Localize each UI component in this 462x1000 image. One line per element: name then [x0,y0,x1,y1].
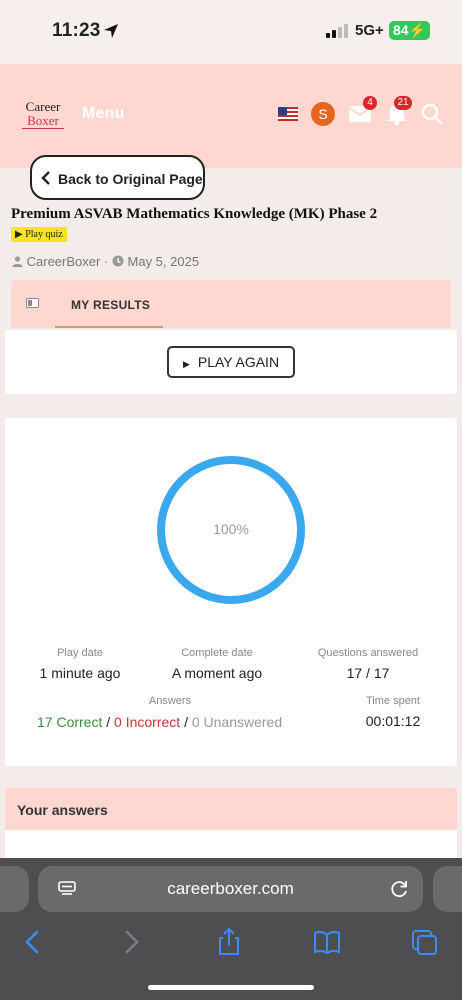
browser-toolbar: careerboxer.com [0,858,462,1000]
your-answers-title: Your answers [17,802,108,818]
bookmarks-icon[interactable] [312,928,342,956]
share-icon[interactable] [214,928,244,956]
correct-count: 17 Correct [37,714,103,730]
play-again-card: ▶ PLAY AGAIN [5,330,457,394]
play-quiz-tag[interactable]: ▶ Play quiz [11,227,67,242]
previous-tab-preview[interactable] [0,866,29,912]
logo-line-1: Career [25,99,61,114]
us-flag-icon[interactable] [278,107,298,121]
time-spent-label: Time spent [365,695,420,707]
unanswered-count: 0 Unanswered [191,714,283,730]
back-button-label: Back to Original Page [58,171,203,187]
chevron-left-icon [41,171,50,185]
play-again-button[interactable]: ▶ PLAY AGAIN [167,346,295,378]
user-icon [12,256,23,267]
url-text: careerboxer.com [167,879,294,898]
clock-icon [112,255,124,267]
your-answers-section: Your answers [5,788,457,860]
battery-level: 84 [393,22,409,38]
quiz-meta: CareerBoxer · May 5, 2025 [12,254,199,269]
status-time: 11:23 [52,20,101,41]
back-to-original-button[interactable]: Back to Original Page [30,155,205,200]
forward-icon[interactable] [116,928,146,956]
incorrect-count: 0 Incorrect [114,714,181,730]
play-date-value: 1 minute ago [39,665,121,681]
play-triangle-icon: ▶ [15,229,23,240]
quiz-title: Premium ASVAB Mathematics Knowledge (MK)… [11,206,378,222]
time-spent-value: 00:01:12 [365,713,421,729]
location-arrow-icon [104,24,118,38]
complete-date-value: A moment ago [171,665,263,681]
signal-icon [326,24,348,38]
score-percent: 100% [213,521,249,537]
play-date-label: Play date [57,647,103,659]
status-bar: 11:23 5G+ 84⚡ [0,0,462,64]
site-logo[interactable]: Career Boxer [22,100,64,129]
mail-badge: 4 [363,96,377,110]
separator: / [106,714,111,730]
questions-answered-label: Questions answered [317,647,419,659]
results-tabs: MY RESULTS [11,280,451,328]
logo-line-2: Boxer [22,114,64,129]
separator: / [184,714,188,730]
questions-answered-value: 17 / 17 [346,665,390,681]
quiz-date: May 5, 2025 [127,254,200,269]
next-tab-preview[interactable] [433,866,462,912]
answers-label: Answers [148,695,192,707]
search-icon[interactable] [421,103,443,125]
results-card: 100% Play date 1 minute ago Complete dat… [5,418,457,766]
battery-indicator: 84⚡ [389,21,431,40]
quiz-author[interactable]: CareerBoxer [27,254,101,269]
play-quiz-label: Play quiz [25,229,63,240]
play-again-label: PLAY AGAIN [197,354,280,370]
play-icon: ▶ [182,359,190,369]
answers-summary: 17 Correct / 0 Incorrect / 0 Unanswered [37,714,282,730]
address-bar[interactable]: careerboxer.com [38,866,423,912]
info-card-icon[interactable] [26,298,39,308]
complete-date-label: Complete date [181,647,253,659]
tab-my-results[interactable]: MY RESULTS [55,280,163,328]
reload-icon[interactable] [390,879,410,899]
menu-button[interactable]: Menu [82,105,125,123]
your-answers-body [5,830,457,860]
tabs-icon[interactable] [410,928,440,956]
notification-badge: 21 [394,96,412,110]
charging-icon: ⚡ [408,22,427,38]
network-label: 5G+ [355,22,384,39]
user-avatar[interactable]: S [311,102,335,126]
back-icon[interactable] [18,928,48,956]
home-indicator[interactable] [148,985,314,990]
